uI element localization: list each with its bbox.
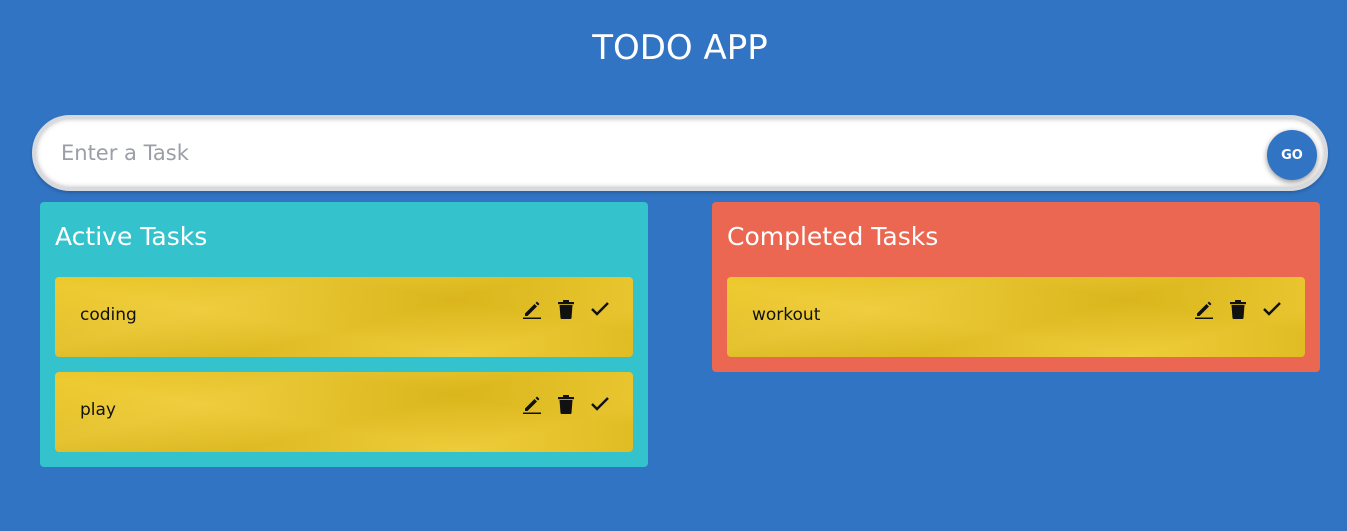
task-actions <box>1193 297 1283 321</box>
task-card: play <box>55 372 633 452</box>
task-card: coding <box>55 277 633 357</box>
pencil-icon[interactable] <box>1193 298 1215 320</box>
task-text: workout <box>752 305 821 325</box>
trash-icon[interactable] <box>555 393 577 415</box>
pencil-icon[interactable] <box>521 298 543 320</box>
trash-icon[interactable] <box>555 298 577 320</box>
active-tasks-panel: Active Tasks coding play <box>40 202 648 467</box>
task-input-bar: GO <box>32 115 1328 191</box>
completed-tasks-title: Completed Tasks <box>727 222 939 251</box>
pencil-icon[interactable] <box>521 393 543 415</box>
task-actions <box>521 392 611 416</box>
task-input[interactable] <box>61 134 1241 172</box>
task-text: coding <box>80 305 137 325</box>
check-icon[interactable] <box>589 393 611 415</box>
app-title: TODO APP <box>592 28 768 68</box>
trash-icon[interactable] <box>1227 298 1249 320</box>
check-icon[interactable] <box>589 298 611 320</box>
go-button[interactable]: GO <box>1267 130 1317 180</box>
task-actions <box>521 297 611 321</box>
completed-tasks-panel: Completed Tasks workout <box>712 202 1320 372</box>
task-card: workout <box>727 277 1305 357</box>
check-icon[interactable] <box>1261 298 1283 320</box>
task-text: play <box>80 400 116 420</box>
active-tasks-title: Active Tasks <box>55 222 208 251</box>
